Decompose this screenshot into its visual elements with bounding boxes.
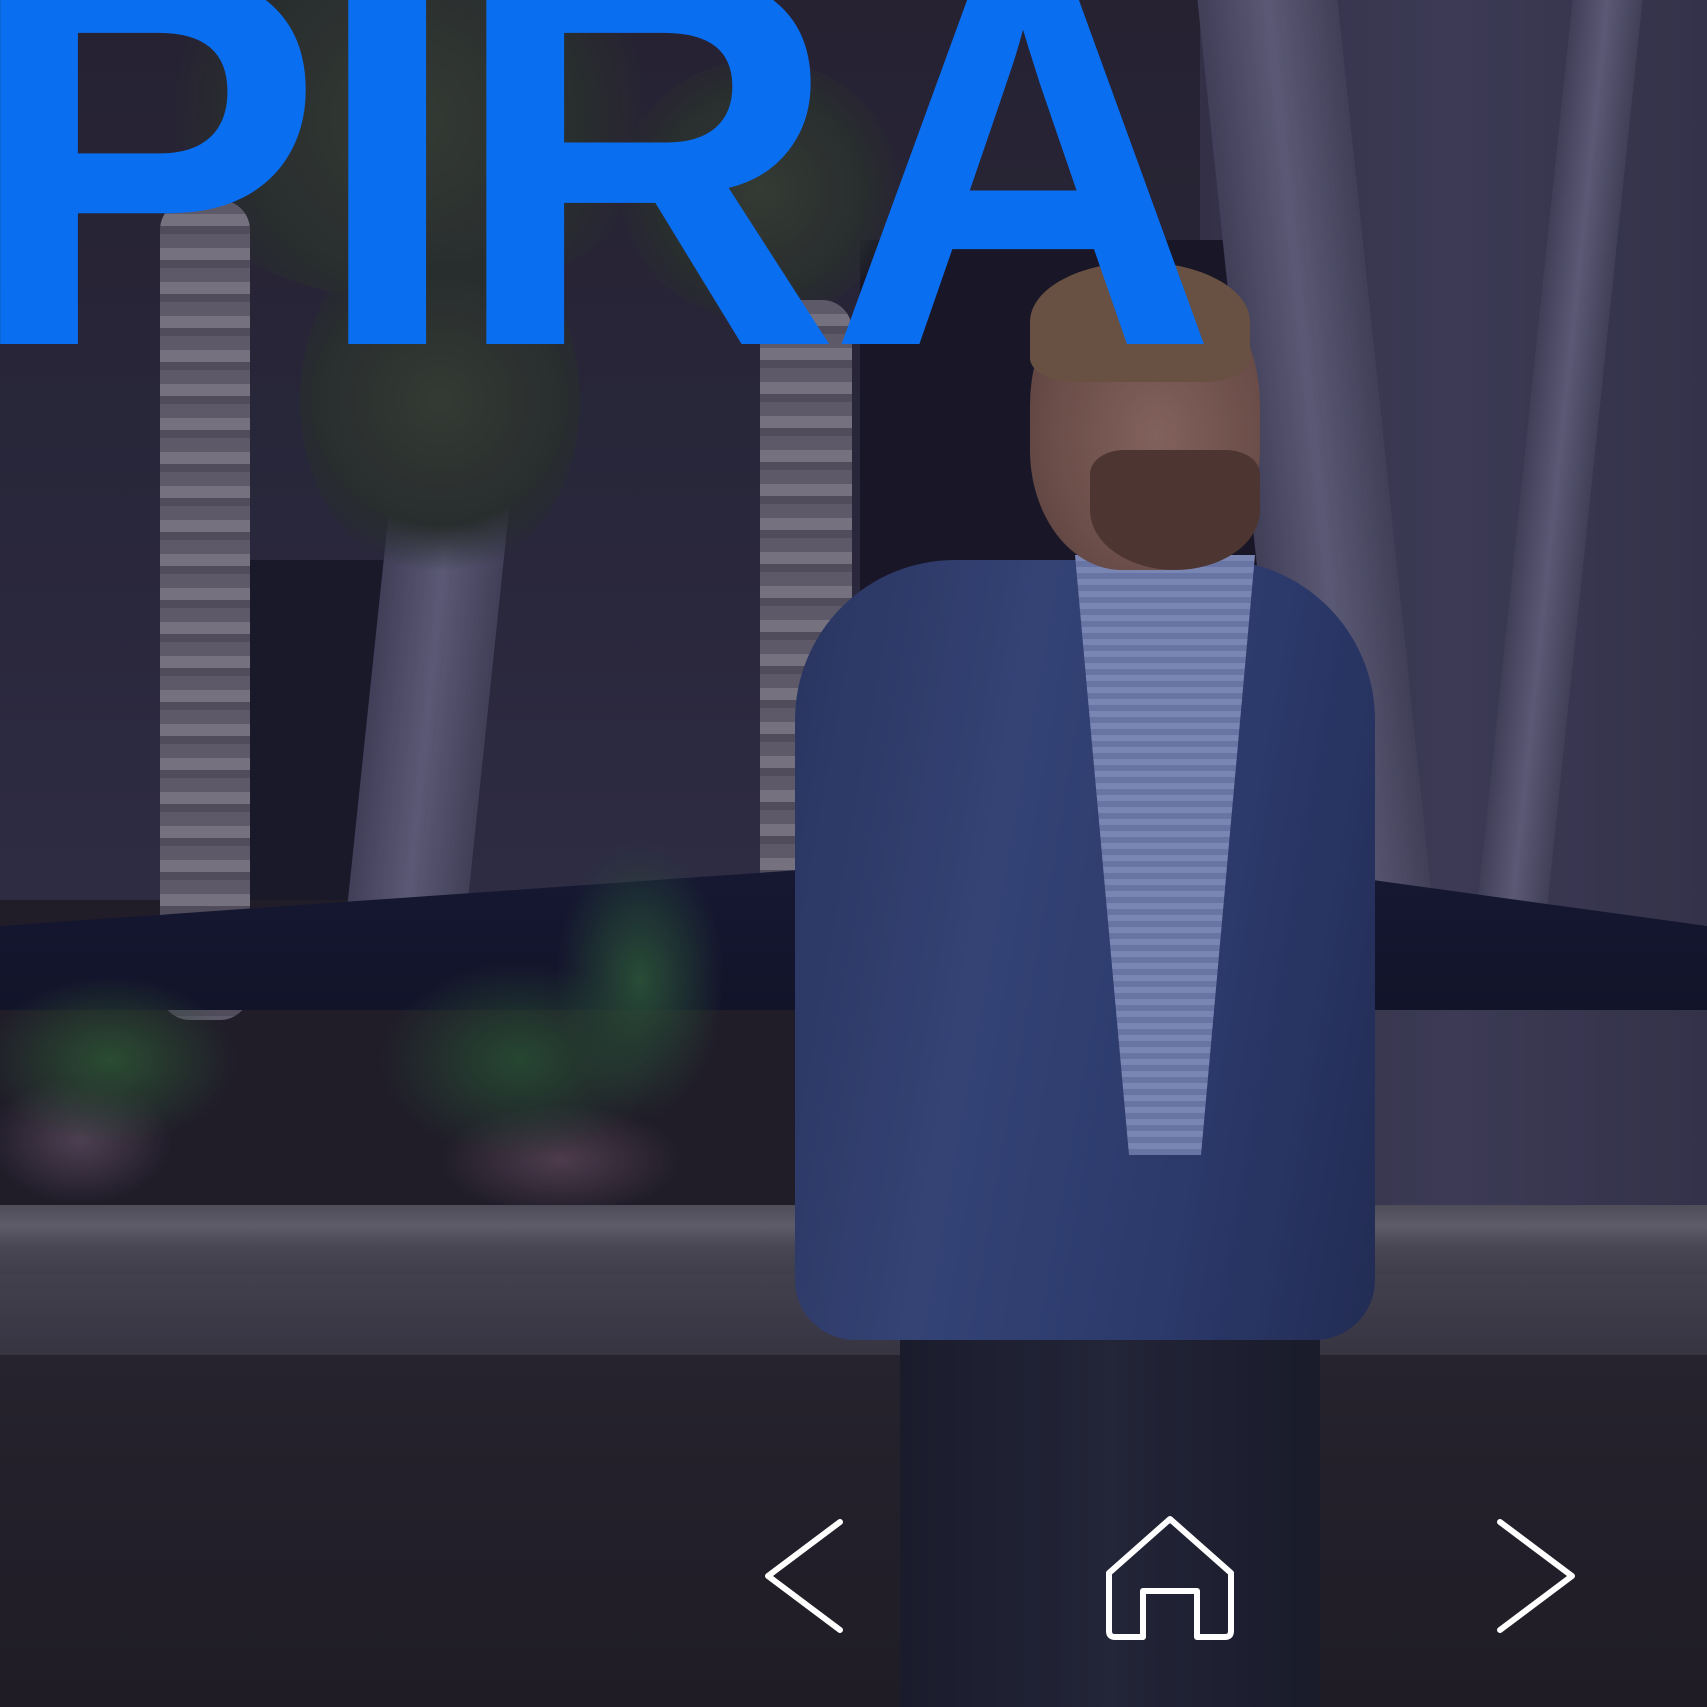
home-icon	[1106, 1515, 1234, 1640]
home-button[interactable]	[1095, 1505, 1245, 1650]
hero-slide: PIRA	[0, 0, 1707, 1707]
chevron-left-icon	[765, 1519, 843, 1633]
hero-headline: PIRA	[0, 0, 1218, 459]
chevron-right-icon	[1497, 1519, 1575, 1633]
previous-slide-button[interactable]	[750, 1508, 860, 1644]
next-slide-button[interactable]	[1480, 1508, 1590, 1644]
